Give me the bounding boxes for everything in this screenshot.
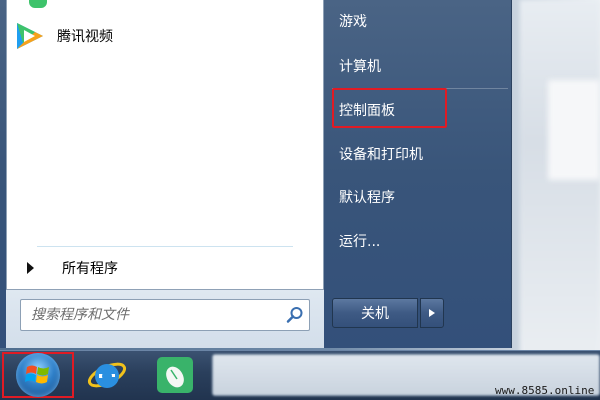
- menu-item-default-programs[interactable]: 默认程序: [330, 180, 510, 214]
- shutdown-button[interactable]: 关机: [332, 298, 418, 328]
- app-label: 腾讯视频: [57, 29, 113, 45]
- internet-explorer-icon: [87, 362, 127, 388]
- background-window-light: [548, 80, 600, 180]
- app-icon-green: [157, 357, 193, 393]
- start-menu: 腾讯视频 所有程序 游戏 计算机 控制面板 设备和打印机 默: [0, 0, 512, 348]
- menu-item-label: 计算机: [339, 59, 381, 75]
- menu-item-label: 设备和打印机: [339, 147, 423, 163]
- menu-item-games[interactable]: 游戏: [330, 4, 510, 38]
- tencent-video-icon: [13, 19, 47, 53]
- windows-orb-icon: [16, 353, 60, 397]
- all-programs-label: 所有程序: [62, 261, 118, 277]
- shutdown-options-button[interactable]: [420, 298, 444, 328]
- pinned-app-tencent-video[interactable]: 腾讯视频: [13, 18, 313, 54]
- start-menu-left-pane: 腾讯视频 所有程序: [6, 0, 324, 290]
- all-programs-item[interactable]: 所有程序: [19, 254, 309, 282]
- search-area: [6, 290, 324, 348]
- divider: [37, 246, 293, 247]
- taskbar-app-green[interactable]: [150, 354, 200, 396]
- highlight-annotation: [332, 88, 447, 128]
- chevron-right-icon: [429, 309, 435, 317]
- search-input[interactable]: [21, 300, 281, 330]
- search-icon[interactable]: [281, 301, 309, 329]
- shutdown-group: 关机: [332, 298, 446, 328]
- menu-item-devices-printers[interactable]: 设备和打印机: [330, 137, 510, 171]
- taskbar-internet-explorer[interactable]: [82, 354, 132, 396]
- triangle-right-icon: [27, 262, 34, 274]
- partial-app-icon: [29, 0, 47, 8]
- menu-item-run[interactable]: 运行...: [330, 224, 510, 258]
- menu-item-label: 游戏: [339, 14, 367, 30]
- search-box[interactable]: [20, 299, 310, 331]
- menu-item-label: 运行...: [339, 234, 381, 250]
- menu-item-label: 默认程序: [339, 190, 395, 206]
- shutdown-label: 关机: [361, 306, 389, 322]
- watermark: www.8585.online: [495, 384, 595, 397]
- start-button[interactable]: [2, 352, 74, 398]
- menu-item-computer[interactable]: 计算机: [330, 49, 510, 83]
